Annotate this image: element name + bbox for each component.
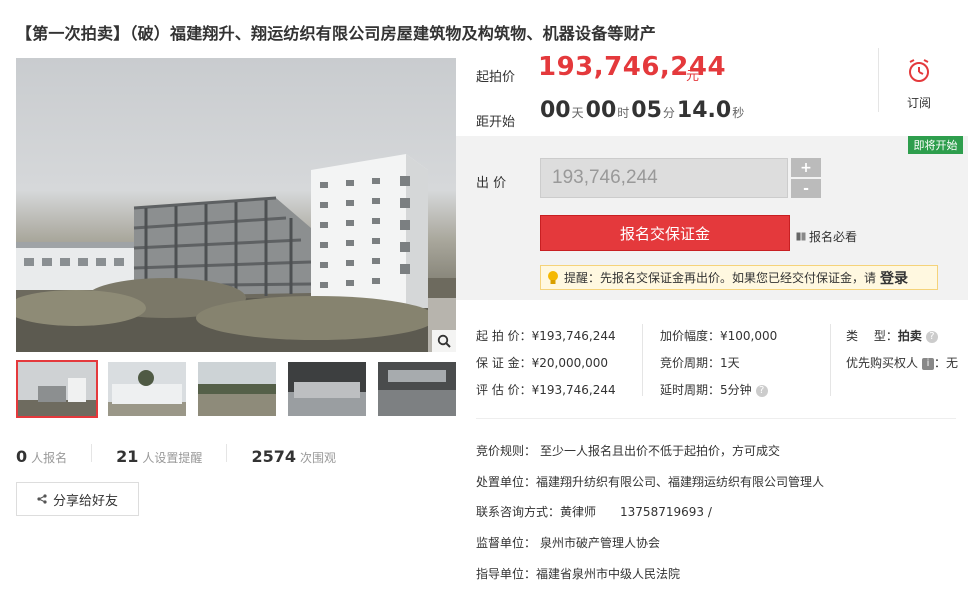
countdown-days: 00 [540, 98, 571, 123]
info-deposit: 保 证 金：¥20,000,000 [476, 356, 608, 370]
alarm-clock-icon [909, 59, 929, 82]
status-badge: 即将开始 [908, 136, 963, 154]
countdown-seconds-unit: 秒 [732, 106, 745, 120]
divider [830, 324, 831, 396]
countdown-hours-unit: 时 [617, 106, 630, 120]
reminder-count: 21 [116, 447, 139, 466]
thumbnail-5[interactable] [378, 362, 456, 416]
main-photo[interactable] [16, 58, 456, 352]
divider [476, 418, 956, 419]
auction-stats: 0 人报名 21 人设置提醒 2574 次围观 [16, 444, 336, 466]
divider [642, 324, 643, 396]
lightbulb-icon [548, 270, 558, 284]
countdown-timer: 00 天 00 时 05 分 14.0 秒 [540, 98, 746, 123]
must-read-link[interactable]: 报名必看 [796, 228, 857, 245]
rule-supervisor: 监督单位： 泉州市破产管理人协会 [476, 536, 661, 550]
thumbnail-1[interactable] [16, 360, 98, 418]
thumbnail-3[interactable] [198, 362, 276, 416]
building-photo [16, 154, 456, 352]
decrease-bid-button[interactable]: - [791, 179, 821, 198]
info-increment: 加价幅度：¥100,000 [660, 329, 778, 343]
start-price-label: 起拍价 [476, 70, 516, 85]
view-count-label: 次围观 [299, 451, 336, 465]
share-button[interactable]: 分享给好友 [16, 482, 139, 516]
thumbnail-image [378, 362, 456, 416]
login-link[interactable]: 登录 [880, 268, 908, 288]
countdown-seconds: 14.0 [676, 98, 732, 123]
thumbnail-image [18, 362, 96, 416]
zoom-button[interactable] [432, 330, 456, 352]
countdown-minutes: 05 [631, 98, 662, 123]
bid-label: 出 价 [476, 176, 507, 191]
info-start-price: 起 拍 价：¥193,746,244 [476, 329, 616, 343]
help-icon[interactable]: ? [755, 384, 768, 397]
thumbnail-image [198, 362, 276, 416]
rule-guidance: 指导单位：福建省泉州市中级人民法院 [476, 567, 681, 581]
countdown-minutes-unit: 分 [662, 106, 675, 120]
bid-input[interactable]: 193,746,244 [540, 158, 788, 198]
thumbnail-image [288, 362, 366, 416]
divider [226, 444, 228, 462]
rule-disposal-unit: 处置单位：福建翔升纺织有限公司、福建翔运纺织有限公司管理人 [476, 475, 825, 489]
thumbnail-4[interactable] [288, 362, 366, 416]
rule-bid-rule: 竞价规则： 至少一人报名且出价不低于起拍价，方可成交 [476, 444, 781, 458]
help-icon[interactable]: ? [925, 330, 938, 343]
thumbnail-image [108, 362, 186, 416]
share-icon [37, 494, 47, 504]
view-count: 2574 [251, 447, 296, 466]
reminder-count-label: 人设置提醒 [142, 451, 203, 465]
divider [878, 48, 879, 112]
must-read-label: 报名必看 [809, 230, 858, 244]
thumbnail-2[interactable] [108, 362, 186, 416]
increase-bid-button[interactable]: + [791, 158, 821, 177]
subscribe-label: 订阅 [906, 96, 931, 110]
magnifier-icon [437, 334, 451, 348]
divider [91, 444, 93, 462]
signup-count-label: 人报名 [31, 451, 68, 465]
price-unit: 元 [686, 69, 700, 84]
countdown-days-unit: 天 [571, 106, 584, 120]
info-icon[interactable]: i [922, 357, 935, 370]
info-delay-cycle: 延时周期：5分钟? [660, 381, 768, 398]
rule-contact: 联系咨询方式：黄律师 13758719693 / [476, 505, 712, 519]
signup-count: 0 [16, 447, 28, 466]
share-label: 分享给好友 [52, 493, 118, 509]
countdown-label: 距开始 [476, 115, 516, 130]
countdown-hours: 00 [585, 98, 617, 123]
info-priority-buyer: 优先购买权人 i ：无 [846, 356, 959, 370]
signup-deposit-button[interactable]: 报名交保证金 [540, 215, 790, 251]
info-bid-cycle: 竞价周期：1天 [660, 356, 740, 370]
page-title: 【第一次拍卖】（破）福建翔升、翔运纺织有限公司房屋建筑物及构筑物、机器设备等财产 [16, 24, 657, 43]
login-notice: 提醒：先报名交保证金再出价。如果您已经交付保证金，请 登录 [540, 265, 938, 290]
info-type: 类 型：拍卖? [846, 327, 938, 344]
notice-text: 提醒：先报名交保证金再出价。如果您已经交付保证金，请 [564, 271, 877, 285]
book-icon [796, 232, 806, 241]
subscribe-button[interactable]: 订阅 [898, 58, 940, 111]
info-appraisal: 评 估 价：¥193,746,244 [476, 383, 616, 397]
